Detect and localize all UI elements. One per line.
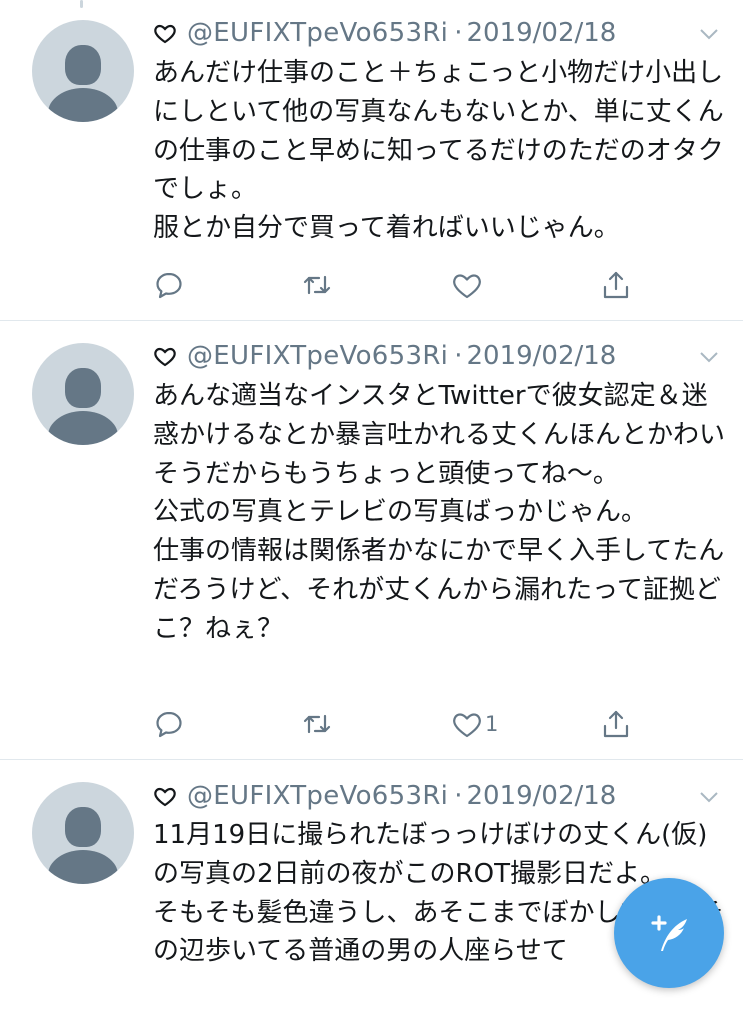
retweet-icon — [303, 714, 331, 734]
reply-button[interactable] — [153, 268, 185, 302]
share-icon — [603, 710, 629, 738]
tweet-date[interactable]: 2019/02/18 — [466, 781, 616, 811]
reply-button[interactable] — [153, 707, 185, 741]
heart-outline-icon — [154, 787, 176, 807]
share-button[interactable] — [600, 707, 632, 741]
user-handle[interactable]: @EUFIXTpeVo653Ri — [187, 781, 448, 811]
like-count: 1 — [485, 712, 499, 736]
share-icon — [603, 271, 629, 299]
chevron-down-icon[interactable] — [697, 785, 721, 809]
tweet-header: @EUFIXTpeVo653Ri · 2019/02/18 — [153, 778, 616, 814]
like-button[interactable] — [451, 268, 485, 302]
separator-dot: · — [454, 781, 463, 811]
heart-icon — [453, 274, 481, 299]
tweet[interactable]: @EUFIXTpeVo653Ri · 2019/02/18 あんだけ仕事のこと＋… — [0, 0, 743, 321]
heart-outline-icon — [154, 24, 176, 44]
share-button[interactable] — [600, 268, 632, 302]
user-handle[interactable]: @EUFIXTpeVo653Ri — [187, 341, 448, 371]
tweet-text: あんだけ仕事のこと＋ちょこっと小物だけ小出しにしといて他の写真なんもないとか、単… — [153, 58, 724, 244]
retweet-icon — [303, 275, 331, 295]
compose-tweet-icon — [651, 915, 687, 951]
tweet-actions: 1 — [153, 707, 713, 741]
avatar[interactable] — [32, 20, 134, 122]
tweet-header: @EUFIXTpeVo653Ri · 2019/02/18 — [153, 15, 616, 51]
tweet-date[interactable]: 2019/02/18 — [466, 18, 616, 48]
separator-dot: · — [454, 18, 463, 48]
compose-tweet-button[interactable] — [614, 878, 724, 988]
reply-icon — [156, 272, 182, 299]
avatar[interactable] — [32, 782, 134, 884]
tweet[interactable]: @EUFIXTpeVo653Ri · 2019/02/18 あんな適当なインスタ… — [0, 321, 743, 760]
chevron-down-icon[interactable] — [697, 345, 721, 369]
tweet-text: あんな適当なインスタとTwitterで彼女認定＆迷惑かけるなとか暴言吐かれる丈く… — [153, 381, 726, 644]
reply-icon — [156, 711, 182, 738]
avatar[interactable] — [32, 343, 134, 445]
chevron-down-icon[interactable] — [697, 22, 721, 46]
retweet-button[interactable] — [301, 707, 333, 741]
heart-icon — [453, 713, 481, 738]
heart-outline-icon — [154, 347, 176, 367]
like-button[interactable]: 1 — [451, 707, 498, 741]
user-handle[interactable]: @EUFIXTpeVo653Ri — [187, 18, 448, 48]
tweet-header: @EUFIXTpeVo653Ri · 2019/02/18 — [153, 338, 616, 374]
tweet-actions — [153, 268, 713, 302]
tweet[interactable]: @EUFIXTpeVo653Ri · 2019/02/18 11月19日に撮られ… — [0, 760, 743, 1020]
tweet-date[interactable]: 2019/02/18 — [466, 341, 616, 371]
separator-dot: · — [454, 341, 463, 371]
retweet-button[interactable] — [301, 268, 333, 302]
